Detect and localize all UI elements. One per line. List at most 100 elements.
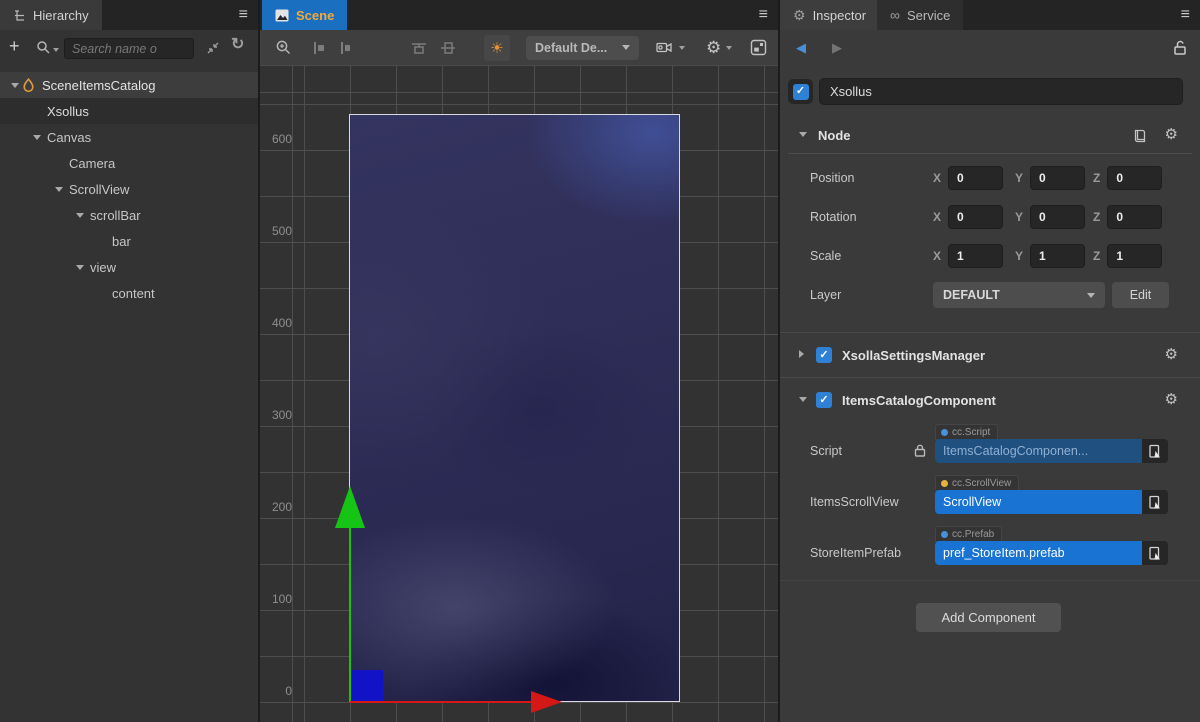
tree-item-scrollbar[interactable]: scrollBar <box>0 202 258 228</box>
node-section-header[interactable]: Node ⚙ <box>780 121 1200 151</box>
search-input[interactable] <box>64 38 194 59</box>
tree-item-canvas[interactable]: Canvas <box>0 124 258 150</box>
distribute-top-icon[interactable] <box>410 40 428 56</box>
rotation-z-input[interactable] <box>1107 205 1162 229</box>
tree-item-scrollview[interactable]: ScrollView <box>0 176 258 202</box>
items-catalog-component-header[interactable]: ✓ ItemsCatalogComponent ⚙ <box>780 386 1200 416</box>
expand-arrow-icon[interactable] <box>33 135 41 140</box>
camera-icon[interactable] <box>656 40 674 55</box>
scale-row: Scale X Y Z <box>780 244 1200 268</box>
scale-x-input[interactable] <box>948 244 1003 268</box>
script-field: ItemsCatalogComponen... <box>935 439 1168 463</box>
gizmo-x-arrow-icon[interactable] <box>531 691 562 713</box>
align-center-icon[interactable] <box>337 40 353 56</box>
axis-y-label: Y <box>1015 249 1023 263</box>
layer-dropdown[interactable]: DEFAULT <box>933 282 1105 308</box>
gizmo-y-axis[interactable] <box>349 528 351 702</box>
gizmo-y-arrow-icon[interactable] <box>335 486 365 528</box>
node-active-checkbox[interactable]: ✓ <box>788 79 813 104</box>
ruler-label: 500 <box>264 224 292 238</box>
asset-picker-icon[interactable] <box>1142 541 1168 565</box>
tab-service[interactable]: ∞ Service <box>877 0 963 30</box>
scene-viewport[interactable]: 600 500 400 300 200 100 0 <box>260 66 778 722</box>
inspector-tab-strip: ⚙ Inspector ∞ Service ≡ <box>780 0 1200 30</box>
layer-row: Layer DEFAULT Edit <box>780 282 1200 308</box>
expand-arrow-icon[interactable] <box>799 350 804 358</box>
lock-icon <box>913 443 927 458</box>
expand-arrow-icon[interactable] <box>76 213 84 218</box>
book-icon[interactable] <box>1132 128 1148 144</box>
tree-item-bar[interactable]: bar <box>0 228 258 254</box>
type-tag-label: cc.Prefab <box>952 529 994 540</box>
expand-arrow-icon[interactable] <box>55 187 63 192</box>
position-y-input[interactable] <box>1030 166 1085 190</box>
align-left-icon[interactable] <box>311 40 327 56</box>
tab-scene[interactable]: Scene <box>262 0 347 30</box>
device-dropdown[interactable]: Default De... <box>526 36 639 60</box>
axis-x-label: X <box>933 210 941 224</box>
tree-item-label: bar <box>112 234 131 249</box>
component-enabled-checkbox[interactable]: ✓ <box>816 347 832 363</box>
collapse-arrow-icon[interactable] <box>799 397 807 402</box>
hierarchy-menu-icon[interactable]: ≡ <box>239 3 248 27</box>
hierarchy-tree: SceneItemsCatalog Xsollus Canvas Camera … <box>0 72 258 306</box>
items-scrollview-field[interactable]: ScrollView <box>935 490 1168 514</box>
canvas-design-preview[interactable] <box>349 114 680 702</box>
distribute-middle-icon[interactable] <box>439 40 457 56</box>
gear-caret-icon[interactable] <box>726 46 732 50</box>
nav-back-icon[interactable]: ◀ <box>796 40 806 56</box>
scene-node-rect[interactable] <box>352 670 383 701</box>
expand-arrow-icon[interactable] <box>76 265 84 270</box>
gizmo-x-axis[interactable] <box>350 701 532 703</box>
node-gear-icon[interactable]: ⚙ <box>1165 125 1178 143</box>
tab-inspector[interactable]: ⚙ Inspector <box>780 0 879 30</box>
tree-item-view[interactable]: view <box>0 254 258 280</box>
service-tab-label: Service <box>907 8 950 23</box>
camera-caret-icon[interactable] <box>679 46 685 50</box>
search-filter-caret-icon[interactable] <box>53 48 59 52</box>
component-gear-icon[interactable]: ⚙ <box>1165 390 1178 408</box>
refresh-icon[interactable]: ↻ <box>231 34 244 54</box>
rotation-x-input[interactable] <box>948 205 1003 229</box>
nav-forward-icon[interactable]: ▶ <box>832 40 842 56</box>
rotation-row: Rotation X Y Z <box>780 205 1200 229</box>
tab-hierarchy[interactable]: Hierarchy <box>0 0 102 30</box>
node-section-title: Node <box>818 128 851 143</box>
scale-z-input[interactable] <box>1107 244 1162 268</box>
component-enabled-checkbox[interactable]: ✓ <box>816 392 832 408</box>
scale-y-input[interactable] <box>1030 244 1085 268</box>
tree-item-camera[interactable]: Camera <box>0 150 258 176</box>
add-component-label: Add Component <box>942 610 1036 625</box>
store-item-prefab-field[interactable]: pref_StoreItem.prefab <box>935 541 1168 565</box>
collapse-all-icon[interactable] <box>205 40 221 56</box>
create-node-icon[interactable]: + <box>9 36 20 57</box>
ruler-label: 600 <box>264 132 292 146</box>
unlock-icon[interactable] <box>1172 39 1188 56</box>
scene-light-toggle[interactable]: ☀ <box>484 35 510 61</box>
inspector-menu-icon[interactable]: ≡ <box>1181 3 1190 27</box>
position-z-input[interactable] <box>1107 166 1162 190</box>
expand-arrow-icon[interactable] <box>11 83 19 88</box>
asset-picker-icon[interactable] <box>1142 490 1168 514</box>
tree-item-content[interactable]: content <box>0 280 258 306</box>
layout-icon[interactable] <box>750 39 767 56</box>
zoom-icon[interactable] <box>275 39 292 56</box>
add-component-button[interactable]: Add Component <box>916 603 1061 632</box>
check-icon: ✓ <box>819 395 828 406</box>
scene-menu-icon[interactable]: ≡ <box>759 3 768 27</box>
component-gear-icon[interactable]: ⚙ <box>1165 345 1178 363</box>
xsolla-settings-manager-header[interactable]: ✓ XsollaSettingsManager ⚙ <box>780 341 1200 371</box>
tree-item-label: view <box>90 260 116 275</box>
asset-picker-icon[interactable] <box>1142 439 1168 463</box>
scene-gear-icon[interactable]: ⚙ <box>706 38 721 58</box>
node-name-field[interactable] <box>819 78 1183 105</box>
position-x-input[interactable] <box>948 166 1003 190</box>
collapse-arrow-icon[interactable] <box>799 132 807 137</box>
rotation-y-input[interactable] <box>1030 205 1085 229</box>
tree-item-sceneitemscatalog[interactable]: SceneItemsCatalog <box>0 72 258 98</box>
tree-item-label: SceneItemsCatalog <box>42 78 155 93</box>
tree-item-xsollus[interactable]: Xsollus <box>0 98 258 124</box>
layer-edit-button[interactable]: Edit <box>1112 282 1169 308</box>
type-tag: cc.Script <box>935 424 998 440</box>
search-filter-icon[interactable] <box>36 40 51 55</box>
